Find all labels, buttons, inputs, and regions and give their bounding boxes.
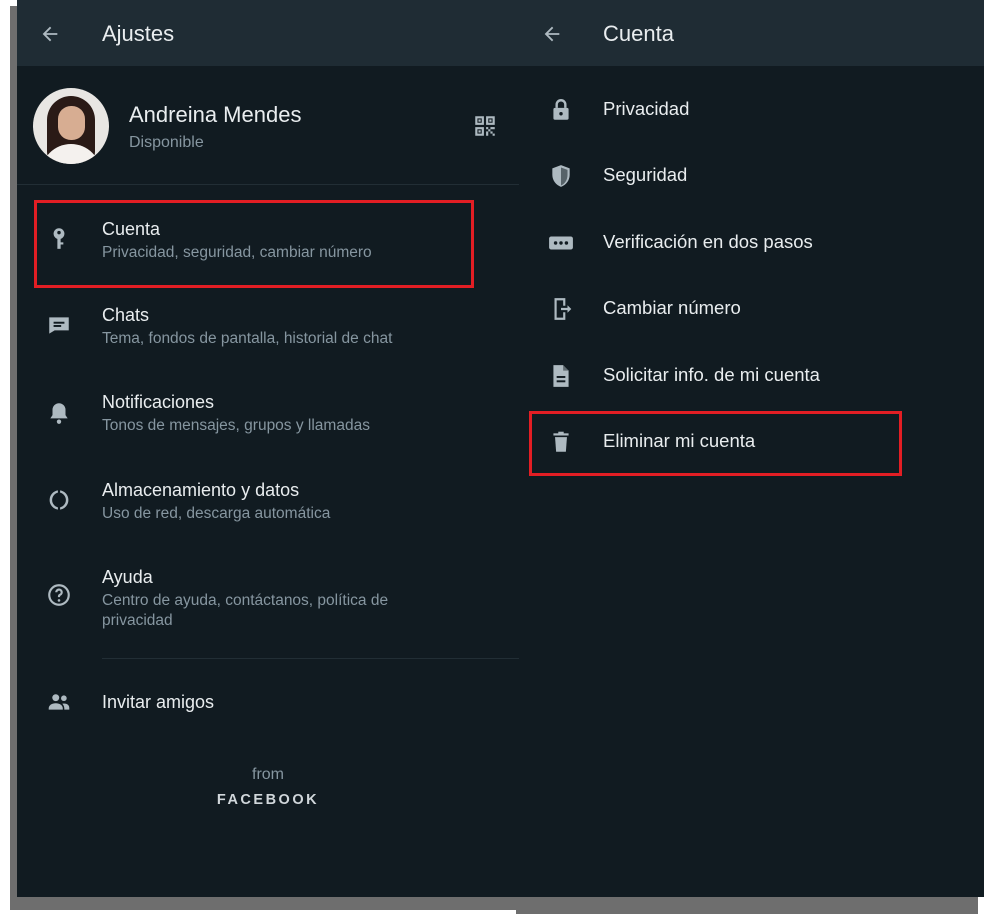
invite-friends[interactable]: Invitar amigos [17,674,519,730]
account-item-delete[interactable]: Eliminar mi cuenta [519,408,984,474]
notifications-subtitle: Tonos de mensajes, grupos y llamadas [102,417,370,434]
back-arrow-icon[interactable] [39,23,61,45]
qr-code-icon[interactable] [472,113,498,139]
storage-subtitle: Uso de red, descarga automática [102,505,331,522]
security-label: Seguridad [603,164,688,185]
footer-brand: FACEBOOK [216,792,320,808]
account-screen: Cuenta Privacidad Seguridad Verificación… [519,0,984,897]
page-title: Ajustes [102,21,175,46]
settings-screen: Ajustes Andreina Mendes Disponible Cuent… [17,0,519,897]
request-info-label: Solicitar info. de mi cuenta [603,364,820,385]
account-item-change-number[interactable]: Cambiar número [519,275,984,341]
trash-icon [553,431,569,452]
settings-appbar: Ajustes [17,0,519,66]
storage-title: Almacenamiento y datos [102,480,300,500]
profile-name: Andreina Mendes [129,102,302,127]
help-title: Ayuda [102,567,153,587]
shield-icon [552,165,570,187]
chats-title: Chats [102,305,150,325]
account-title: Cuenta [102,219,161,239]
people-icon [48,694,70,710]
divider [17,184,519,185]
chat-icon [49,317,69,334]
settings-item-help[interactable]: Ayuda Centro de ayuda, contáctanos, polí… [17,554,519,650]
account-subtitle: Privacidad, seguridad, cambiar número [102,244,372,261]
account-item-security[interactable]: Seguridad [519,142,984,208]
settings-item-chats[interactable]: Chats Tema, fondos de pantalla, historia… [17,290,519,374]
profile-row[interactable]: Andreina Mendes Disponible [17,66,519,184]
account-item-two-step[interactable]: Verificación en dos pasos [519,209,984,275]
help-subtitle: Centro de ayuda, contáctanos, política d… [102,592,389,629]
back-arrow-icon[interactable] [541,23,563,45]
key-icon [53,228,65,249]
settings-item-notifications[interactable]: Notificaciones Tonos de mensajes, grupos… [17,378,519,462]
account-item-request-info[interactable]: Solicitar info. de mi cuenta [519,342,984,408]
storage-icon [49,490,69,510]
avatar[interactable] [33,88,109,164]
password-dots-icon [549,236,573,250]
privacy-label: Privacidad [603,98,690,119]
profile-status: Disponible [129,134,204,151]
chats-subtitle: Tema, fondos de pantalla, historial de c… [102,330,393,347]
settings-item-account[interactable]: Cuenta Privacidad, seguridad, cambiar nú… [17,200,519,284]
notifications-title: Notificaciones [102,392,215,412]
settings-item-storage[interactable]: Almacenamiento y datos Uso de red, desca… [17,466,519,550]
phone-change-icon [554,298,572,320]
footer-from: from [252,766,284,783]
bell-icon [50,403,68,424]
change-number-label: Cambiar número [603,297,741,318]
lock-icon [553,99,569,120]
two-step-label: Verificación en dos pasos [603,231,813,252]
page-title: Cuenta [603,21,674,46]
account-appbar: Cuenta [519,0,984,66]
account-item-privacy[interactable]: Privacidad [519,76,984,142]
invite-title: Invitar amigos [102,692,215,712]
divider [102,658,519,659]
document-icon [553,365,569,387]
delete-account-label: Eliminar mi cuenta [603,430,756,451]
help-icon [48,584,70,606]
